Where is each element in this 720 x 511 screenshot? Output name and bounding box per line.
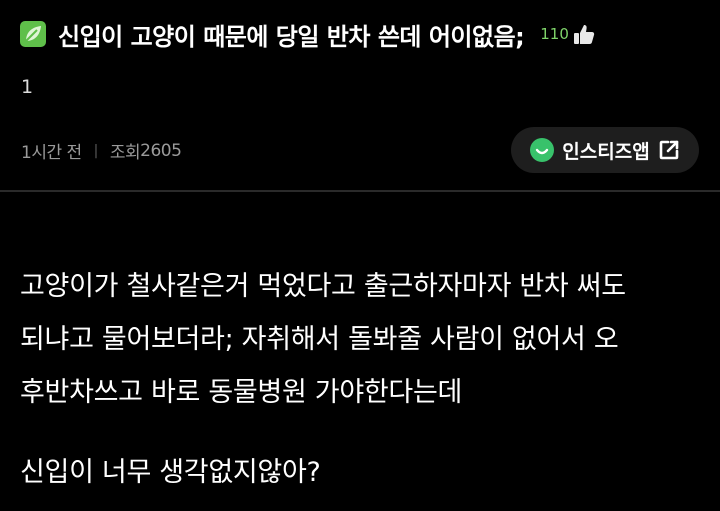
external-link-icon: [659, 140, 679, 160]
header-divider: [0, 190, 720, 192]
thumbs-up-icon[interactable]: [573, 23, 595, 45]
view-count: 2605: [140, 140, 182, 161]
post-time: 1시간 전: [21, 143, 82, 163]
smile-icon: [530, 138, 555, 162]
body-line: 되냐고 물어보더라; 자취해서 돌봐줄 사람이 없어서 오: [20, 324, 619, 355]
like-counter[interactable]: 110: [540, 23, 595, 45]
meta-separator: |: [93, 142, 99, 159]
body-line: 고양이가 철사같은거 먹었다고 출근하자마자 반차 써도: [20, 271, 626, 302]
post-title: 신입이 고양이 때문에 당일 반차 쓴데 어이없음;: [58, 22, 525, 51]
comment-count[interactable]: 1: [21, 76, 33, 98]
post-meta: 1시간 전 | 조회 2605: [21, 138, 182, 164]
open-app-label: 인스티즈앱: [562, 140, 650, 163]
like-count: 110: [540, 25, 569, 43]
post-header: 신입이 고양이 때문에 당일 반차 쓴데 어이없음; 110: [20, 14, 700, 54]
open-app-button[interactable]: 인스티즈앱: [511, 127, 699, 173]
view-label: 조회: [109, 143, 141, 163]
post-body: 고양이가 철사같은거 먹었다고 출근하자마자 반차 써도 되냐고 물어보더라; …: [20, 260, 710, 419]
post-question: 신입이 너무 생각없지않아?: [20, 457, 321, 488]
leaf-icon: [20, 21, 46, 47]
body-line: 후반차쓰고 바로 동물병원 가야한다는데: [20, 377, 463, 408]
